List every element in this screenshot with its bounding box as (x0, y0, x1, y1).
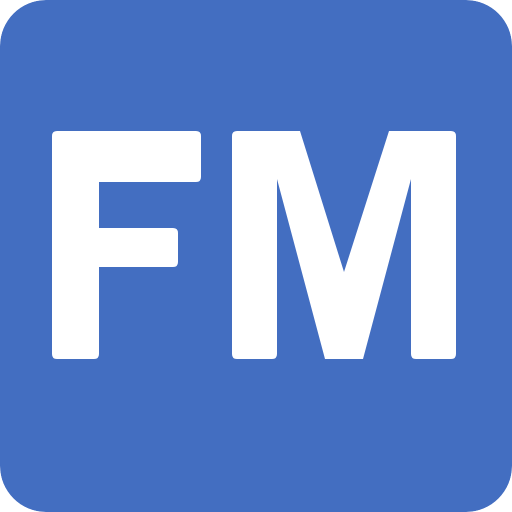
fm-app-icon: FM (0, 0, 512, 512)
fm-icon-graphic: FM (0, 0, 512, 512)
